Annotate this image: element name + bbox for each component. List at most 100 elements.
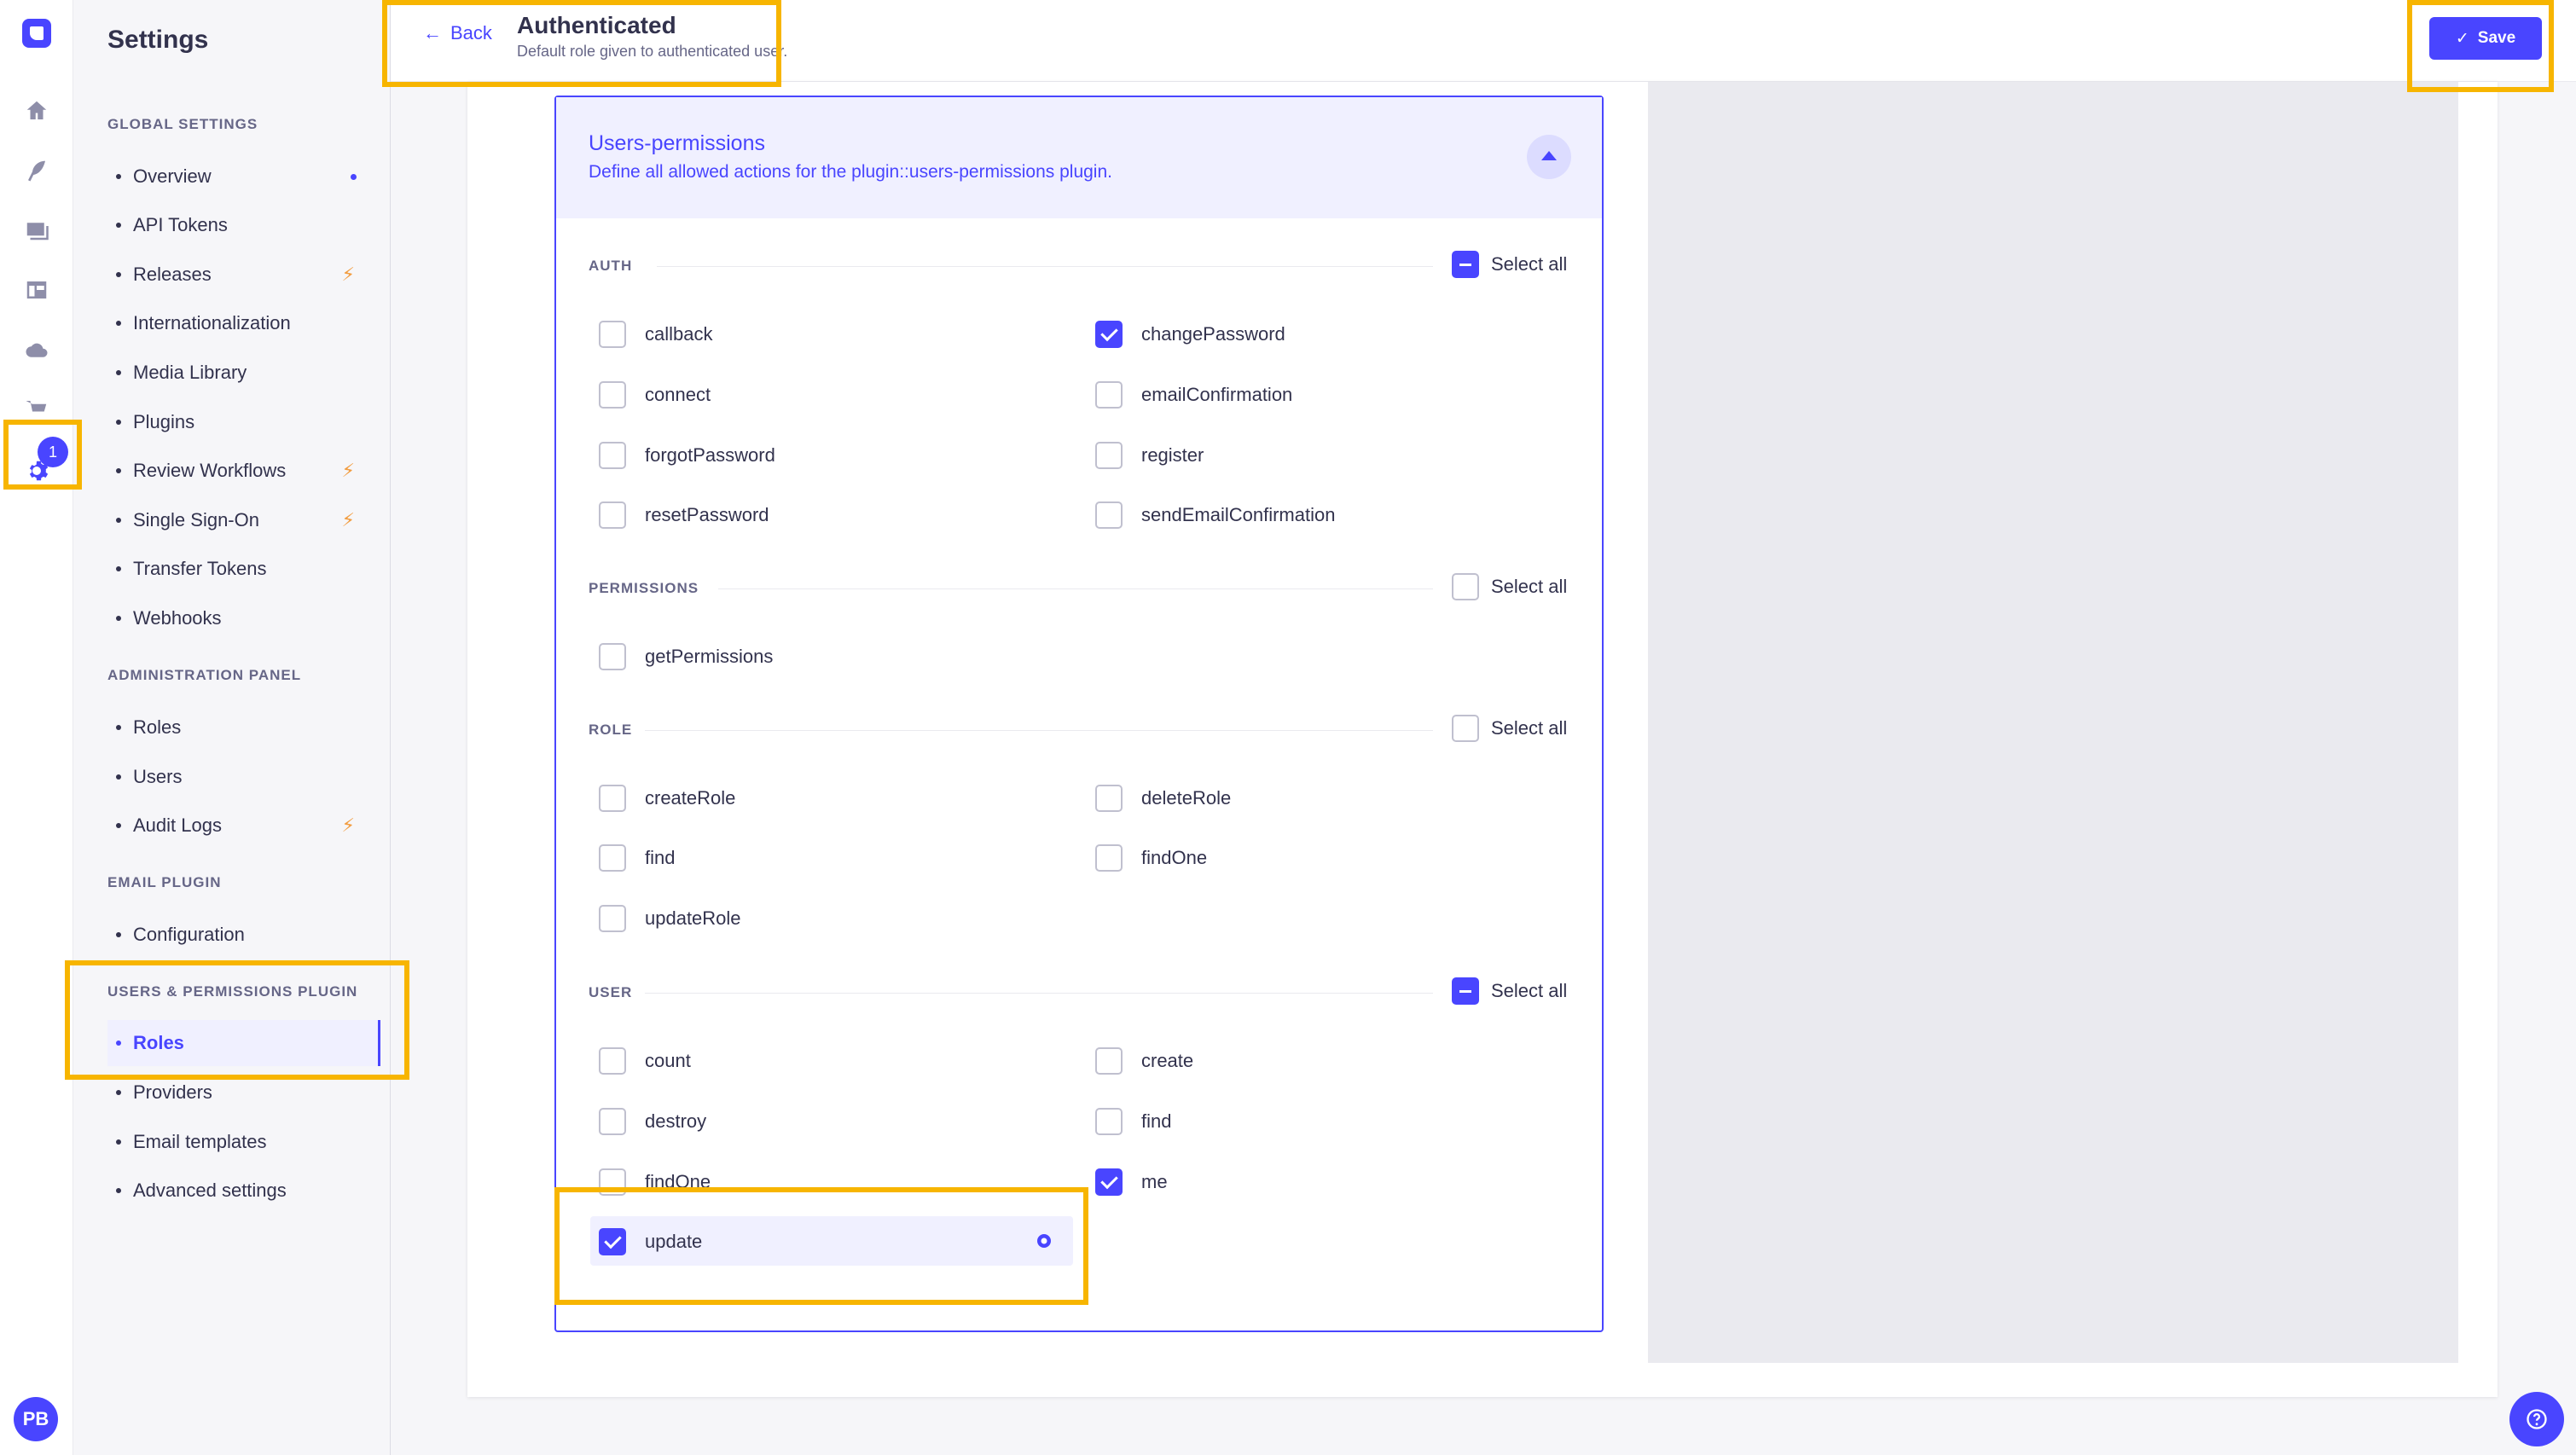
action-checkbox[interactable] (1095, 785, 1123, 812)
action-connect[interactable]: connect (599, 381, 711, 409)
action-checkbox[interactable] (1095, 844, 1123, 872)
action-changePassword[interactable]: changePassword (1095, 321, 1285, 348)
divider (718, 588, 1433, 589)
action-callback[interactable]: callback (599, 321, 712, 348)
action-checkbox[interactable] (1095, 321, 1123, 348)
sidebar-item-configuration[interactable]: Configuration (107, 912, 380, 958)
action-checkbox[interactable] (599, 905, 626, 932)
lightning-icon: ⚡ (341, 509, 355, 530)
sidebar-item-email-templates[interactable]: Email templates (107, 1119, 380, 1165)
feather-icon[interactable] (21, 155, 52, 186)
action-checkbox[interactable] (599, 643, 626, 670)
accordion-title: Users-permissions (589, 131, 765, 155)
select-all-checkbox[interactable] (1452, 251, 1479, 278)
action-checkbox[interactable] (599, 844, 626, 872)
action-destroy[interactable]: destroy (599, 1108, 706, 1135)
select-all-auth[interactable]: Select all (1452, 251, 1567, 278)
question-icon (2527, 1409, 2547, 1429)
media-library-icon[interactable] (21, 215, 52, 246)
action-checkbox[interactable] (599, 501, 626, 529)
action-checkbox[interactable] (1095, 501, 1123, 529)
sidebar-item-api-tokens[interactable]: API Tokens (107, 202, 380, 248)
action-getPermissions[interactable]: getPermissions (599, 643, 773, 670)
select-all-checkbox[interactable] (1452, 715, 1479, 742)
select-all-checkbox[interactable] (1452, 977, 1479, 1005)
action-checkbox[interactable] (599, 381, 626, 409)
action-checkbox[interactable] (599, 785, 626, 812)
layout-icon[interactable] (21, 275, 52, 305)
chevron-up-icon[interactable] (1527, 135, 1571, 179)
lightning-icon: ⚡ (341, 814, 355, 836)
action-findOne[interactable]: findOne (1095, 844, 1207, 872)
action-deleteRole[interactable]: deleteRole (1095, 785, 1231, 812)
app-logo[interactable] (22, 19, 51, 48)
select-all-checkbox[interactable] (1452, 573, 1479, 600)
action-createRole[interactable]: createRole (599, 785, 735, 812)
select-all-permissions[interactable]: Select all (1452, 573, 1567, 600)
sidebar-item-plugins[interactable]: Plugins (107, 399, 380, 445)
action-checkbox[interactable] (599, 321, 626, 348)
sidebar-item-providers[interactable]: Providers (107, 1070, 380, 1116)
action-me[interactable]: me (1095, 1168, 1168, 1196)
action-checkbox[interactable] (599, 1168, 626, 1196)
divider (657, 266, 1433, 267)
sidebar-item-transfer-tokens[interactable]: Transfer Tokens (107, 546, 380, 592)
sidebar-item-releases[interactable]: Releases ⚡ (107, 252, 380, 298)
sidebar-item-single-sign-on[interactable]: Single Sign-On ⚡ (107, 497, 380, 543)
select-all-user[interactable]: Select all (1452, 977, 1567, 1005)
new-dot-indicator (351, 173, 357, 180)
group-label-permissions: PERMISSIONS (589, 580, 699, 596)
accordion-header[interactable]: Users-permissions Define all allowed act… (556, 97, 1602, 218)
settings-sidebar: Settings GLOBAL SETTINGS Overview API To… (73, 0, 391, 1455)
sidebar-item-up-roles[interactable]: Roles (107, 1020, 380, 1066)
home-icon[interactable] (21, 96, 52, 126)
action-updateRole[interactable]: updateRole (599, 905, 741, 932)
group-label-role: ROLE (589, 722, 633, 738)
action-checkbox[interactable] (599, 442, 626, 469)
sidebar-item-audit-logs[interactable]: Audit Logs ⚡ (107, 803, 380, 849)
sidebar-item-users[interactable]: Users (107, 754, 380, 800)
cloud-icon[interactable] (21, 334, 52, 365)
divider (645, 730, 1433, 731)
user-avatar[interactable]: PB (14, 1397, 58, 1441)
accordion-description: Define all allowed actions for the plugi… (589, 162, 1112, 182)
back-link[interactable]: ← Back (423, 22, 492, 44)
action-update[interactable]: update (599, 1228, 702, 1255)
sidebar-item-webhooks[interactable]: Webhooks (107, 595, 380, 641)
help-button[interactable] (2509, 1392, 2564, 1446)
action-checkbox[interactable] (1095, 1168, 1123, 1196)
cart-icon[interactable] (21, 394, 52, 425)
action-checkbox[interactable] (1095, 1108, 1123, 1135)
users-permissions-accordion: Users-permissions Define all allowed act… (554, 96, 1604, 1332)
action-register[interactable]: register (1095, 442, 1204, 469)
action-find[interactable]: find (1095, 1108, 1171, 1135)
select-all-role[interactable]: Select all (1452, 715, 1567, 742)
action-sendEmailConfirmation[interactable]: sendEmailConfirmation (1095, 501, 1335, 529)
action-create[interactable]: create (1095, 1047, 1193, 1075)
action-checkbox[interactable] (599, 1108, 626, 1135)
sidebar-item-overview[interactable]: Overview (107, 154, 380, 200)
action-findOne[interactable]: findOne (599, 1168, 711, 1196)
action-emailConfirmation[interactable]: emailConfirmation (1095, 381, 1292, 409)
cog-icon[interactable] (1034, 1231, 1054, 1251)
arrow-left-icon: ← (423, 22, 442, 43)
action-find[interactable]: find (599, 844, 675, 872)
sidebar-title: Settings (107, 26, 209, 54)
save-button[interactable]: ✓ Save (2429, 17, 2542, 60)
sidebar-item-internationalization[interactable]: Internationalization (107, 300, 380, 346)
main-nav-rail: 1 PB (0, 0, 73, 1455)
sidebar-item-advanced-settings[interactable]: Advanced settings (107, 1168, 380, 1214)
action-checkbox[interactable] (1095, 442, 1123, 469)
action-checkbox[interactable] (599, 1228, 626, 1255)
action-checkbox[interactable] (599, 1047, 626, 1075)
action-forgotPassword[interactable]: forgotPassword (599, 442, 775, 469)
section-users-permissions-plugin: USERS & PERMISSIONS PLUGIN (107, 983, 358, 1000)
action-checkbox[interactable] (1095, 381, 1123, 409)
action-resetPassword[interactable]: resetPassword (599, 501, 769, 529)
sidebar-item-media-library[interactable]: Media Library (107, 350, 380, 396)
action-checkbox[interactable] (1095, 1047, 1123, 1075)
sidebar-item-review-workflows[interactable]: Review Workflows ⚡ (107, 448, 380, 494)
notification-badge: 1 (38, 437, 68, 467)
action-count[interactable]: count (599, 1047, 691, 1075)
sidebar-item-admin-roles[interactable]: Roles (107, 704, 380, 751)
